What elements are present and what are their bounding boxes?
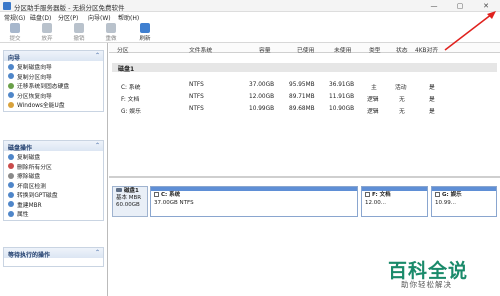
- copy-disk-icon: [8, 63, 14, 70]
- redo-label: 重做: [105, 36, 117, 42]
- partition-checkbox[interactable]: [365, 192, 370, 197]
- col-status[interactable]: 状态: [396, 45, 408, 54]
- col-type[interactable]: 类型: [369, 45, 381, 54]
- disk-size: 60.00GB: [116, 202, 140, 208]
- wizard-panel: 向导 ⌃ 复制磁盘向导 复制分区向导 迁移系统到固态硬盘 分区恢复向导 Wind…: [3, 50, 104, 112]
- wizard-panel-title: 向导: [8, 55, 21, 62]
- col-4k-align[interactable]: 4KB对齐: [415, 45, 438, 54]
- undo-icon: [74, 23, 84, 33]
- discard-button[interactable]: 放弃: [35, 23, 59, 42]
- col-partition[interactable]: 分区: [117, 45, 129, 54]
- bad-sector-icon: [8, 182, 14, 189]
- partition-checkbox[interactable]: [154, 192, 159, 197]
- wizard-item-migrate-os[interactable]: 迁移系统到固态硬盘: [4, 80, 103, 90]
- partition-checkbox[interactable]: [435, 192, 440, 197]
- undo-label: 撤销: [73, 36, 85, 42]
- disk-ops-panel: 磁盘操作 ⌃ 复制磁盘 删除所有分区 擦除磁盘 坏扇区检测 转换到GPT磁盘 重…: [3, 140, 104, 221]
- refresh-label: 刷新: [139, 36, 151, 42]
- title-bar: 分区助手服务器版 - 无损分区免费软件 — ▢ ✕: [0, 0, 500, 12]
- partition-block-f[interactable]: F: 文档 12.00...: [361, 186, 428, 217]
- redo-button[interactable]: 重做: [99, 23, 123, 42]
- disk-icon: [116, 188, 122, 192]
- col-capacity[interactable]: 容量: [259, 45, 271, 54]
- undo-button[interactable]: 撤销: [67, 23, 91, 42]
- refresh-icon: [140, 23, 150, 33]
- disk-op-copy-disk[interactable]: 复制磁盘: [4, 151, 103, 161]
- collapse-icon[interactable]: ⌃: [95, 52, 100, 59]
- redo-icon: [106, 23, 116, 33]
- sidebar: 向导 ⌃ 复制磁盘向导 复制分区向导 迁移系统到固态硬盘 分区恢复向导 Wind…: [0, 43, 108, 296]
- commit-label: 提交: [9, 36, 21, 42]
- wizard-item-windows-usb[interactable]: Windows全能U盘: [4, 99, 103, 109]
- splitter[interactable]: [109, 176, 500, 178]
- wipe-icon: [8, 172, 14, 179]
- disk-op-wipe-disk[interactable]: 擦除磁盘: [4, 170, 103, 180]
- window-title: 分区助手服务器版 - 无损分区免费软件: [14, 4, 125, 12]
- disk-ops-panel-title: 磁盘操作: [8, 145, 33, 152]
- convert-icon: [8, 191, 14, 198]
- discard-icon: [42, 23, 52, 33]
- discard-label: 放弃: [41, 36, 53, 42]
- pending-panel-header[interactable]: 等待执行的操作 ⌃: [4, 248, 103, 259]
- delete-icon: [8, 163, 14, 170]
- wizard-item-copy-partition[interactable]: 复制分区向导: [4, 71, 103, 81]
- commit-button[interactable]: 提交: [3, 23, 27, 42]
- recovery-icon: [8, 92, 14, 99]
- pending-panel-title: 等待执行的操作: [8, 252, 51, 259]
- toolbar: 提交 放弃 撤销 重做 刷新: [0, 21, 500, 43]
- menu-bar: 常规(G) 磁盘(D) 分区(P) 向导(W) 帮助(H): [0, 12, 500, 22]
- collapse-icon[interactable]: ⌃: [95, 142, 100, 149]
- col-filesystem[interactable]: 文件系统: [189, 45, 212, 54]
- disk-op-bad-sector[interactable]: 坏扇区检测: [4, 180, 103, 190]
- properties-icon: [8, 210, 14, 217]
- disk-op-properties[interactable]: 属性: [4, 208, 103, 218]
- pending-panel: 等待执行的操作 ⌃: [3, 247, 104, 267]
- usb-icon: [8, 101, 14, 108]
- watermark-subtitle: 助你轻松解决: [401, 280, 452, 289]
- col-used[interactable]: 已使用: [297, 45, 314, 54]
- partition-block-g[interactable]: G: 娱乐 10.99...: [431, 186, 497, 217]
- disk-ops-panel-header[interactable]: 磁盘操作 ⌃: [4, 141, 103, 152]
- wizard-item-copy-disk[interactable]: 复制磁盘向导: [4, 61, 103, 71]
- partition-block-c[interactable]: C: 系统 37.00GB NTFS: [150, 186, 358, 217]
- copy-disk-icon: [8, 153, 14, 160]
- refresh-button[interactable]: 刷新: [133, 23, 157, 42]
- copy-partition-icon: [8, 73, 14, 80]
- wizard-item-partition-recovery[interactable]: 分区恢复向导: [4, 90, 103, 100]
- wizard-panel-header[interactable]: 向导 ⌃: [4, 51, 103, 62]
- disk-map: 磁盘1 基本 MBR 60.00GB C: 系统 37.00GB NTFS F:…: [112, 186, 497, 217]
- commit-icon: [10, 23, 20, 33]
- col-free[interactable]: 未使用: [334, 45, 351, 54]
- table-row[interactable]: C: 系统 NTFS 37.00GB 95.95MB 36.91GB 主 活动 …: [109, 80, 500, 91]
- disk-op-delete-all[interactable]: 删除所有分区: [4, 161, 103, 171]
- collapse-icon[interactable]: ⌃: [95, 249, 100, 256]
- app-icon: [3, 2, 11, 10]
- migrate-icon: [8, 82, 14, 89]
- disk-op-rebuild-mbr[interactable]: 重建MBR: [4, 199, 103, 209]
- disk-group-header[interactable]: 磁盘1: [112, 63, 497, 73]
- rebuild-icon: [8, 201, 14, 208]
- disk-op-convert-gpt[interactable]: 转换到GPT磁盘: [4, 189, 103, 199]
- table-row[interactable]: G: 娱乐 NTFS 10.99GB 89.68MB 10.90GB 逻辑 无 …: [109, 104, 500, 115]
- annotation-arrow-icon: [444, 11, 496, 51]
- disk-type: 基本 MBR: [116, 195, 142, 201]
- disk-info-box[interactable]: 磁盘1 基本 MBR 60.00GB: [112, 186, 148, 217]
- table-row[interactable]: F: 文档 NTFS 12.00GB 89.71MB 11.91GB 逻辑 无 …: [109, 92, 500, 103]
